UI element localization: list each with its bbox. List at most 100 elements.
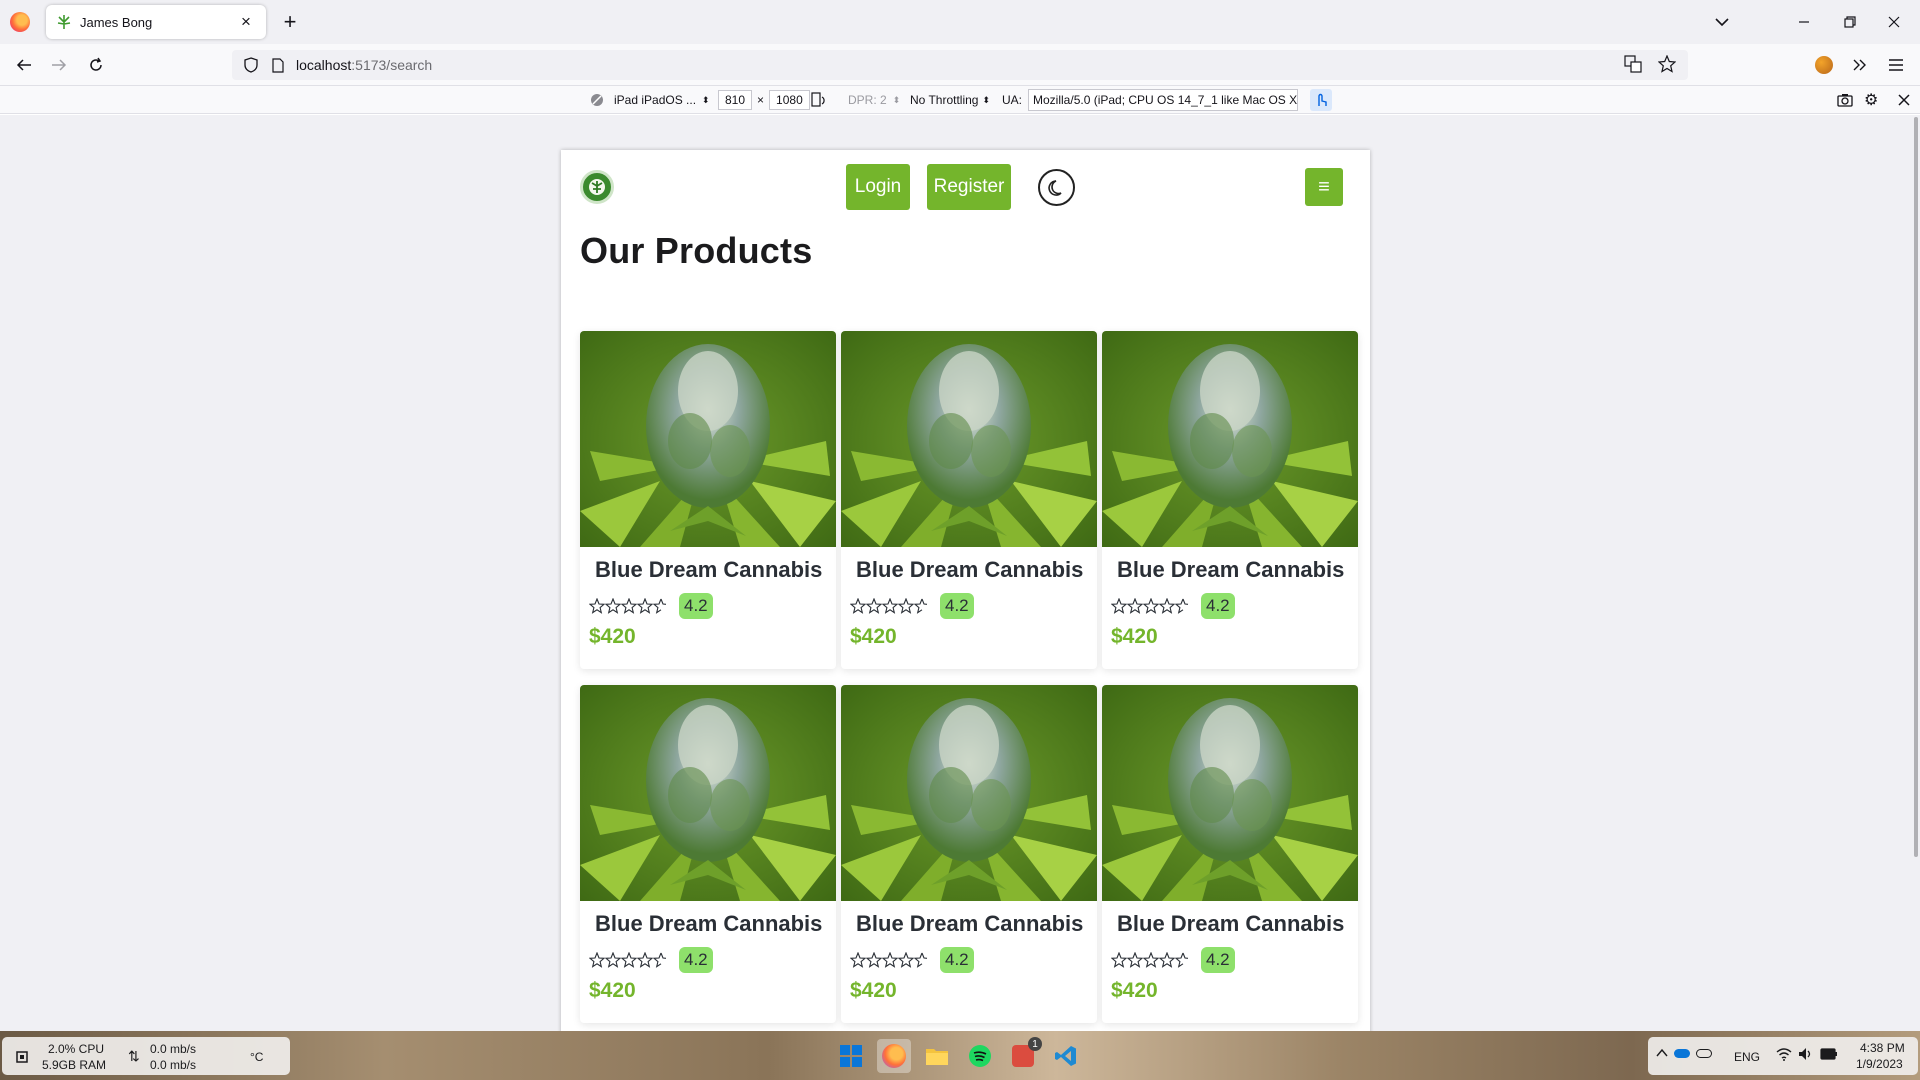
wifi-icon[interactable] [1776, 1047, 1792, 1064]
product-name[interactable]: Blue Dream Cannabis [1117, 557, 1344, 583]
settings-gear-icon[interactable]: ⚙ [1864, 90, 1878, 110]
product-card[interactable]: Blue Dream Cannabis 4.2 $420 [580, 685, 836, 1023]
hamburger-menu-icon[interactable] [1882, 51, 1910, 79]
onedrive-cloud-icon[interactable] [1674, 1049, 1690, 1058]
clock-date[interactable]: 1/9/2023 [1856, 1057, 1903, 1071]
extension-icon[interactable] [1810, 51, 1838, 79]
tab-strip: James Bong × + [0, 0, 1920, 44]
rating-badge: 4.2 [679, 947, 713, 973]
product-name[interactable]: Blue Dream Cannabis [595, 557, 822, 583]
star-half-icon [653, 952, 667, 968]
viewport-height-input[interactable]: 1080 [769, 90, 810, 110]
page-icon [272, 57, 284, 73]
device-frame: Login Register ≡ Our Products Blue Dream… [561, 150, 1370, 1031]
language-indicator[interactable]: ENG [1734, 1050, 1760, 1064]
close-rdm-icon[interactable] [1898, 90, 1910, 110]
viewport-width-input[interactable]: 810 [718, 90, 753, 110]
product-card[interactable]: Blue Dream Cannabis 4.2 $420 [841, 685, 1097, 1023]
star-outline-icon [1159, 598, 1175, 614]
dpr-selector[interactable]: DPR: 2 ⬍ [848, 90, 900, 110]
dropdown-arrows-icon: ⬍ [892, 94, 901, 105]
rotate-viewport-icon[interactable] [810, 90, 826, 110]
device-selector[interactable]: iPad iPadOS ... ⬍ [590, 90, 710, 110]
battery-icon[interactable] [1820, 1048, 1838, 1063]
file-explorer-icon[interactable] [920, 1039, 954, 1073]
close-tab-icon[interactable]: × [236, 12, 256, 32]
login-button[interactable]: Login [846, 164, 910, 210]
system-monitor-widget[interactable]: 2.0% CPU 5.9GB RAM ⇅ 0.0 mb/s 0.0 mb/s °… [2, 1037, 290, 1075]
rating-badge: 4.2 [940, 593, 974, 619]
product-rating: 4.2 [1111, 593, 1235, 619]
tab-title: James Bong [80, 14, 153, 30]
start-windows-icon[interactable] [834, 1039, 868, 1073]
star-half-icon [1175, 598, 1189, 614]
star-outline-icon [1127, 598, 1143, 614]
product-card[interactable]: Blue Dream Cannabis 4.2 $420 [1102, 331, 1358, 669]
product-name[interactable]: Blue Dream Cannabis [856, 911, 1083, 937]
leaf-favicon-icon [57, 15, 71, 29]
restore-icon[interactable] [1836, 8, 1864, 36]
product-name[interactable]: Blue Dream Cannabis [595, 911, 822, 937]
star-half-icon [914, 598, 928, 614]
cpu-chip-icon [16, 1051, 28, 1063]
show-hidden-icons-icon[interactable] [1656, 1047, 1668, 1061]
throttling-selector[interactable]: No Throttling ⬍ [910, 90, 990, 110]
throttling-label: No Throttling [910, 93, 979, 107]
product-name[interactable]: Blue Dream Cannabis [856, 557, 1083, 583]
shield-icon[interactable] [244, 57, 258, 73]
cannabis-logo-icon[interactable] [580, 170, 614, 204]
star-outline-icon [898, 598, 914, 614]
more-tools-icon[interactable] [1846, 51, 1874, 79]
product-card[interactable]: Blue Dream Cannabis 4.2 $420 [1102, 685, 1358, 1023]
vscode-icon[interactable] [1049, 1039, 1083, 1073]
content-viewport: Login Register ≡ Our Products Blue Dream… [0, 115, 1920, 1031]
product-name[interactable]: Blue Dream Cannabis [1117, 911, 1344, 937]
touch-simulation-icon[interactable] [1310, 89, 1332, 111]
list-all-tabs-icon[interactable] [1710, 10, 1734, 34]
spotify-icon[interactable] [963, 1039, 997, 1073]
url-bar[interactable]: localhost:5173/search [232, 50, 1688, 80]
star-outline-icon [850, 598, 866, 614]
star-outline-icon [1111, 952, 1127, 968]
product-price: $420 [1111, 979, 1158, 1002]
screenshot-icon[interactable] [1837, 90, 1853, 110]
firefox-taskbar-icon[interactable] [877, 1039, 911, 1073]
star-outline-icon [637, 598, 653, 614]
menu-button[interactable]: ≡ [1305, 168, 1343, 206]
product-price: $420 [850, 979, 897, 1002]
close-window-icon[interactable] [1880, 8, 1908, 36]
net-download: 0.0 mb/s [150, 1058, 197, 1072]
star-outline-icon [621, 598, 637, 614]
product-rating: 4.2 [1111, 947, 1235, 973]
times-sign: × [757, 93, 765, 107]
dark-mode-toggle-icon[interactable] [1038, 169, 1075, 206]
product-card[interactable]: Blue Dream Cannabis 4.2 $420 [841, 331, 1097, 669]
product-price: $420 [850, 625, 897, 648]
page-scrollbar[interactable] [1914, 117, 1918, 857]
bookmark-star-icon[interactable] [1658, 55, 1676, 73]
user-agent-input[interactable]: Mozilla/5.0 (iPad; CPU OS 14_7_1 like Ma… [1028, 89, 1299, 111]
product-price: $420 [1111, 625, 1158, 648]
volume-icon[interactable] [1798, 1047, 1814, 1064]
rating-badge: 4.2 [679, 593, 713, 619]
firefox-icon[interactable] [10, 12, 30, 32]
product-card[interactable]: Blue Dream Cannabis 4.2 $420 [580, 331, 836, 669]
cloud-sync-icon[interactable] [1696, 1049, 1712, 1058]
tab-james-bong[interactable]: James Bong × [46, 5, 266, 39]
back-icon[interactable] [10, 51, 38, 79]
dropdown-arrows-icon: ⬍ [982, 94, 991, 105]
minimize-icon[interactable] [1790, 8, 1818, 36]
star-outline-icon [1159, 952, 1175, 968]
star-outline-icon [1143, 952, 1159, 968]
new-tab-icon[interactable]: + [278, 9, 302, 34]
product-rating: 4.2 [589, 593, 713, 619]
register-button[interactable]: Register [927, 164, 1011, 210]
cpu-usage: 2.0% CPU [48, 1042, 105, 1056]
reload-icon[interactable] [82, 51, 110, 79]
rating-badge: 4.2 [940, 947, 974, 973]
cannabis-bud-image [580, 331, 836, 547]
translate-icon[interactable] [1624, 55, 1642, 73]
clock-time[interactable]: 4:38 PM [1860, 1041, 1905, 1055]
todo-app-icon[interactable]: 1 [1006, 1037, 1042, 1073]
forward-icon[interactable] [45, 51, 73, 79]
